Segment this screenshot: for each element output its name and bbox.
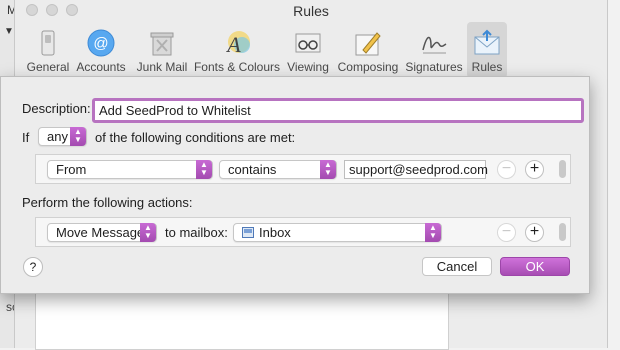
action-type-select[interactable]: Move Message ▲ ▼ bbox=[47, 223, 157, 242]
ok-button[interactable]: OK bbox=[500, 257, 570, 276]
preferences-toolbar: General @ Accounts Junk Mail A Fonts & C… bbox=[15, 22, 607, 78]
toolbar-rules[interactable]: Rules bbox=[467, 22, 507, 78]
mailbox-select[interactable]: Inbox ▲ ▼ bbox=[233, 223, 442, 242]
toolbar-label: Fonts & Colours bbox=[193, 60, 281, 74]
condition-scrollbar[interactable] bbox=[559, 160, 566, 178]
condition-row: From ▲ ▼ contains ▲ ▼ support@seedprod.com… bbox=[35, 154, 571, 184]
select-arrows-icon: ▲ ▼ bbox=[425, 223, 441, 242]
action-type-value: Move Message bbox=[56, 225, 145, 240]
font-icon: A bbox=[225, 31, 250, 57]
toolbar-fonts-colours[interactable]: A Fonts & Colours bbox=[193, 22, 281, 78]
toolbar-label: Rules bbox=[471, 60, 503, 74]
glasses-icon bbox=[295, 33, 321, 53]
toolbar-accounts[interactable]: @ Accounts bbox=[73, 22, 129, 78]
match-select[interactable]: any ▲ ▼ bbox=[38, 127, 87, 146]
action-scrollbar[interactable] bbox=[559, 223, 566, 241]
description-label: Description: bbox=[22, 101, 91, 116]
toolbar-general[interactable]: General bbox=[25, 22, 71, 78]
toolbar-label: Junk Mail bbox=[136, 60, 188, 74]
trash-icon bbox=[150, 32, 174, 56]
action-row: Move Message ▲ ▼ to mailbox: Inbox ▲ ▼ − + bbox=[35, 217, 571, 247]
description-input[interactable]: Add SeedProd to Whitelist bbox=[92, 98, 584, 123]
condition-operator-select[interactable]: contains ▲ ▼ bbox=[219, 160, 337, 179]
svg-text:A: A bbox=[225, 32, 241, 57]
toolbar-composing[interactable]: Composing bbox=[335, 22, 401, 78]
toolbar-label: Viewing bbox=[287, 60, 329, 74]
window-title: Rules bbox=[293, 3, 329, 19]
svg-text:@: @ bbox=[93, 35, 108, 52]
condition-field-value: From bbox=[56, 162, 87, 177]
if-label: If bbox=[22, 130, 30, 145]
toolbar-label: Composing bbox=[337, 60, 399, 74]
select-arrows-icon: ▲ ▼ bbox=[320, 160, 336, 179]
add-condition-button[interactable]: + bbox=[525, 160, 544, 179]
at-icon: @ bbox=[87, 29, 115, 57]
rule-editor-sheet: Description: Add SeedProd to Whitelist I… bbox=[0, 76, 590, 294]
disclosure-triangle-icon: ▼ bbox=[4, 26, 14, 37]
select-arrows-icon: ▲ ▼ bbox=[70, 127, 86, 146]
toolbar-label: Accounts bbox=[76, 60, 126, 74]
match-value: any bbox=[47, 129, 68, 144]
remove-action-button[interactable]: − bbox=[497, 223, 516, 242]
pencil-icon bbox=[355, 32, 381, 56]
rules-list-pane bbox=[35, 286, 449, 350]
select-arrows-icon: ▲ ▼ bbox=[196, 160, 212, 179]
condition-value-input[interactable]: support@seedprod.com bbox=[344, 160, 488, 179]
rules-icon bbox=[474, 29, 500, 55]
mailbox-value: Inbox bbox=[259, 225, 291, 240]
conditions-suffix: of the following conditions are met: bbox=[95, 130, 296, 145]
toolbar-signatures[interactable]: Signatures bbox=[403, 22, 465, 78]
remove-condition-button[interactable]: − bbox=[497, 160, 516, 179]
rules-side-pane bbox=[449, 286, 607, 348]
toolbar-viewing[interactable]: Viewing bbox=[283, 22, 333, 78]
to-mailbox-label: to mailbox: bbox=[165, 225, 228, 240]
actions-label: Perform the following actions: bbox=[22, 195, 193, 210]
toolbar-label: Signatures bbox=[405, 60, 463, 74]
inbox-icon bbox=[242, 227, 254, 238]
add-action-button[interactable]: + bbox=[525, 223, 544, 242]
toolbar-junk-mail[interactable]: Junk Mail bbox=[131, 22, 193, 78]
title-bar: Rules bbox=[15, 0, 607, 22]
signature-icon bbox=[422, 36, 447, 54]
condition-field-select[interactable]: From ▲ ▼ bbox=[47, 160, 213, 179]
cancel-button[interactable]: Cancel bbox=[422, 257, 492, 276]
select-arrows-icon: ▲ ▼ bbox=[140, 223, 156, 242]
toolbar-label: General bbox=[26, 60, 70, 74]
condition-operator-value: contains bbox=[228, 162, 277, 177]
switch-icon bbox=[41, 30, 55, 56]
help-button[interactable]: ? bbox=[23, 257, 43, 277]
